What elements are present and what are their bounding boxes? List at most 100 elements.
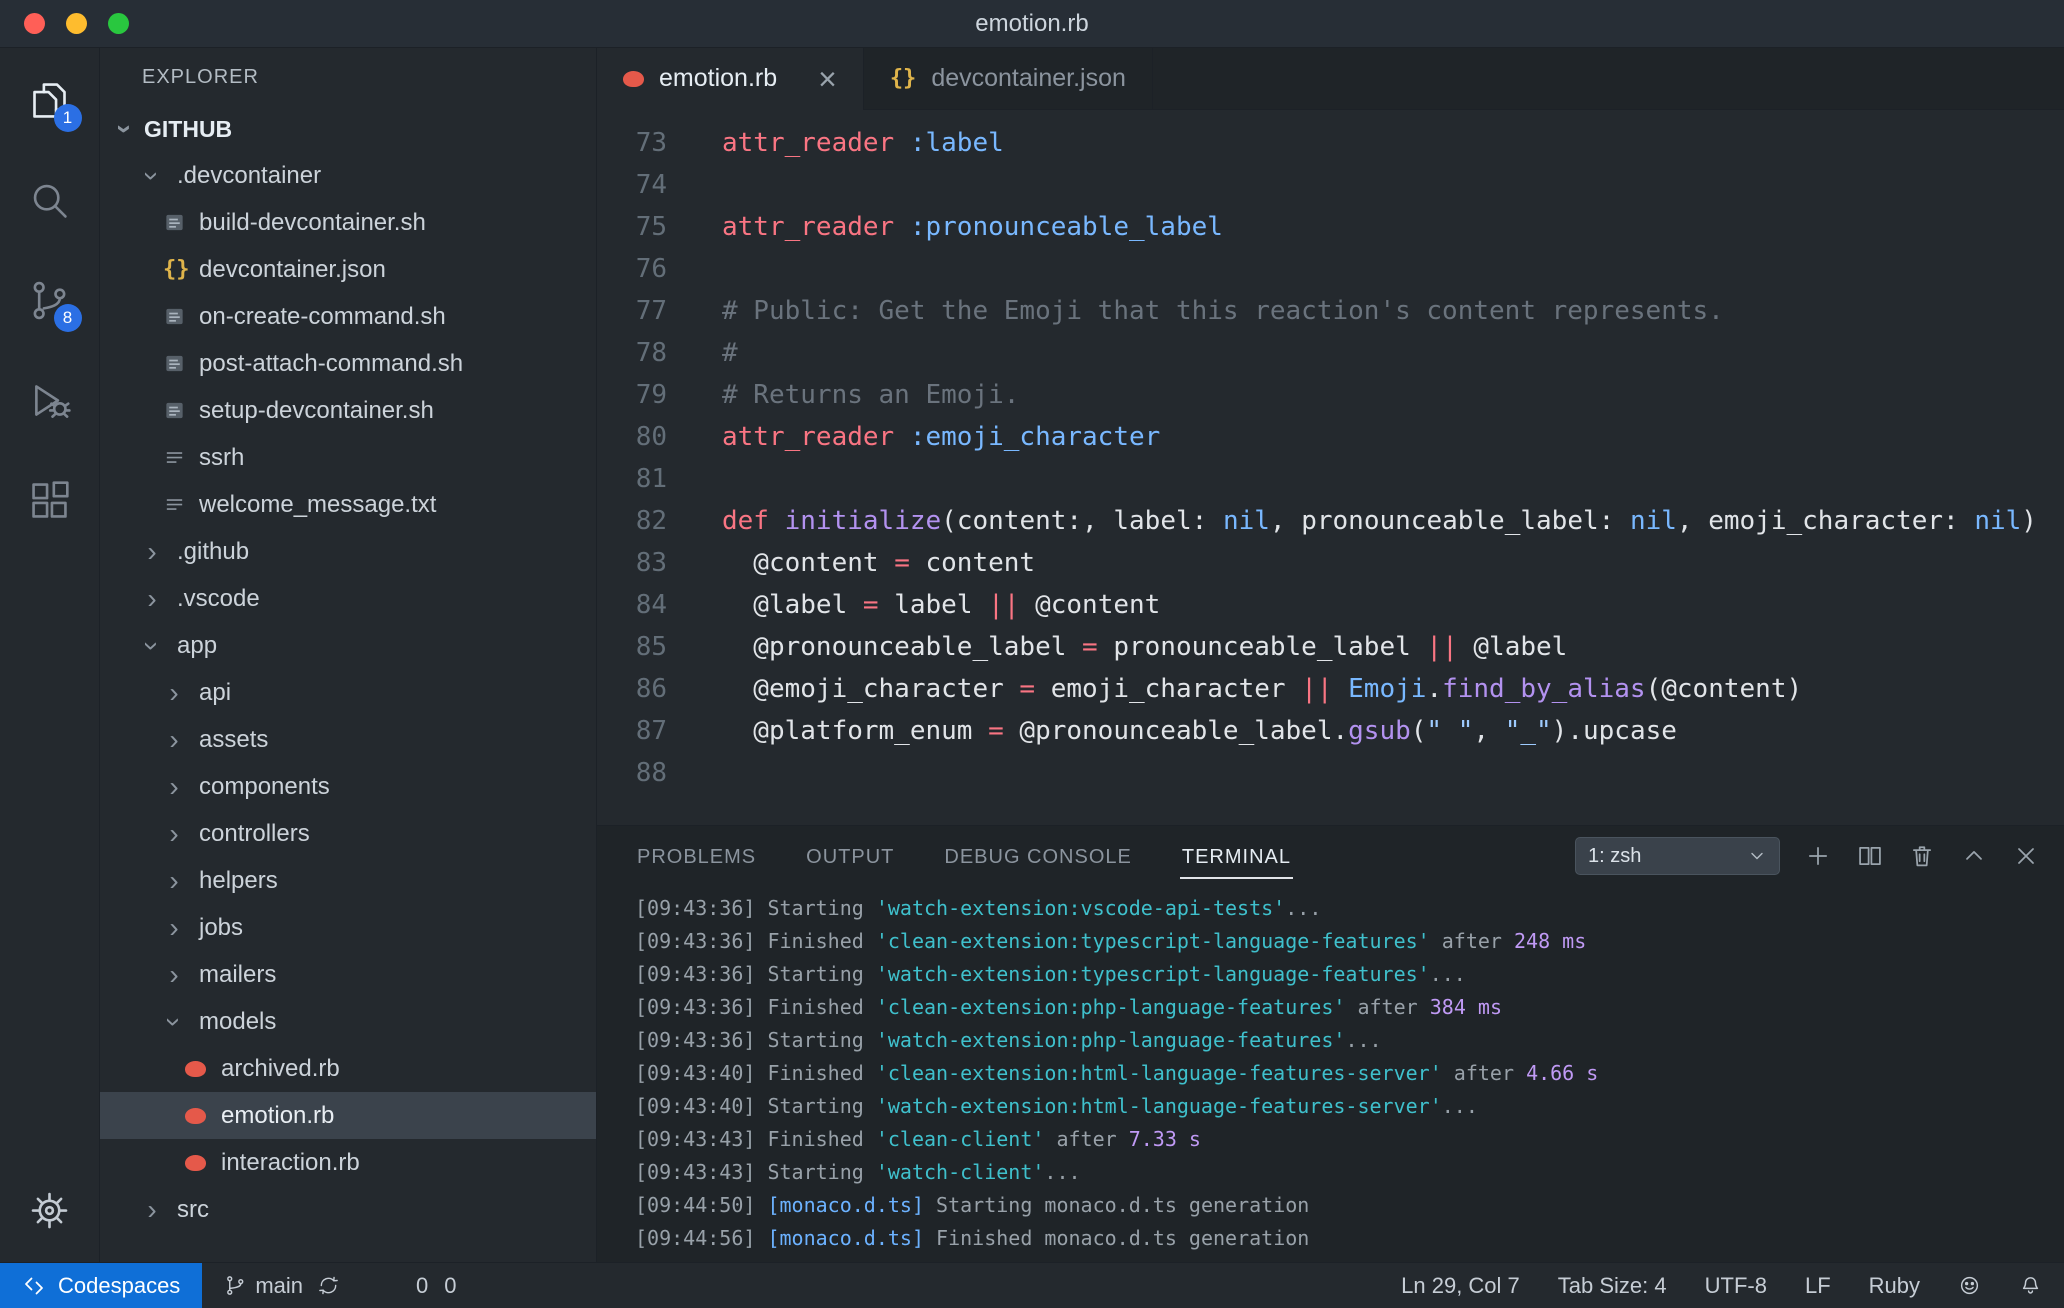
branch-indicator[interactable]: main [224,1273,303,1299]
maximize-panel-icon[interactable] [1960,842,1988,870]
tree-item-label: build-devcontainer.sh [199,208,426,236]
terminal-line: [09:44:50] [monaco.d.ts] Starting monaco… [635,1193,1310,1217]
tree-item-label: mailers [199,960,277,988]
tab-label: devcontainer.json [931,64,1126,92]
tree-item-icon-slot: › [163,960,197,990]
line-number: 73 [635,128,667,158]
minimize-window-button[interactable] [66,13,87,34]
close-tab-icon[interactable]: × [818,63,837,95]
eol-sequence[interactable]: LF [1805,1273,1831,1299]
tree-item-icon-slot: › [141,584,175,614]
terminal-shell-select[interactable]: 1: zsh [1575,837,1780,875]
cursor-position[interactable]: Ln 29, Col 7 [1401,1273,1520,1299]
tree-item-archived-rb[interactable]: archived.rb [100,1045,596,1092]
tab-problems[interactable]: PROBLEMS [635,834,758,879]
tree-item-label: interaction.rb [221,1148,360,1176]
chevron-right-icon: › [169,723,179,755]
warning-count: 0 [444,1272,457,1298]
tree-item-icon-slot [185,1154,219,1171]
notifications-bell-icon[interactable] [2019,1274,2042,1297]
indentation[interactable]: Tab Size: 4 [1558,1273,1667,1299]
tree-item-label: setup-devcontainer.sh [199,396,434,424]
explorer-icon[interactable]: 1 [26,76,82,132]
tree-item-emotion-rb[interactable]: emotion.rb [100,1092,596,1139]
code-line: 76 [597,248,2064,290]
line-number: 79 [635,380,667,410]
workspace-root-row[interactable]: › GITHUB [100,106,596,152]
tree-item-build-devcontainer-sh[interactable]: build-devcontainer.sh [100,199,596,246]
code-line-text: attr_reader :pronounceable_label [722,212,1223,242]
tab-output[interactable]: OUTPUT [804,834,896,879]
extensions-icon[interactable] [26,476,74,524]
tree-item-models[interactable]: › models [100,998,596,1045]
tree-item-mailers[interactable]: › mailers [100,951,596,998]
settings-gear-icon[interactable] [26,1186,74,1234]
code-line-text: attr_reader :emoji_character [722,422,1161,452]
tree-item-post-attach-command-sh[interactable]: post-attach-command.sh [100,340,596,387]
codespaces-button[interactable]: Codespaces [0,1263,203,1308]
code-line: 85 @pronounceable_label = pronounceable_… [597,626,2064,668]
line-number: 80 [635,422,667,452]
encoding[interactable]: UTF-8 [1705,1273,1767,1299]
tree-item-ssrh[interactable]: ssrh [100,434,596,481]
tab-emotion-rb[interactable]: emotion.rb × [597,48,864,110]
panel-header: PROBLEMS OUTPUT DEBUG CONSOLE TERMINAL 1… [597,826,2064,886]
close-panel-icon[interactable] [2012,842,2040,870]
tree-item-icon-slot: › [163,725,197,755]
tree-item--github[interactable]: › .github [100,528,596,575]
tree-item-setup-devcontainer-sh[interactable]: setup-devcontainer.sh [100,387,596,434]
tree-item-jobs[interactable]: › jobs [100,904,596,951]
tree-item-app[interactable]: › app [100,622,596,669]
search-icon[interactable] [26,176,74,224]
tree-item-label: models [199,1007,277,1035]
tree-item--devcontainer[interactable]: › .devcontainer [100,152,596,199]
line-number: 85 [635,632,667,662]
split-terminal-icon[interactable] [1856,842,1884,870]
kill-terminal-icon[interactable] [1908,842,1936,870]
tree-item-icon-slot: › [163,678,197,708]
shell-file-icon [166,214,183,231]
run-debug-icon[interactable] [26,376,74,424]
sync-changes-button[interactable] [317,1274,340,1297]
tree-item-on-create-command-sh[interactable]: on-create-command.sh [100,293,596,340]
tree-item-icon-slot: {} [163,258,197,281]
line-number: 84 [635,590,667,620]
tree-item-label: welcome_message.txt [199,490,437,518]
tree-item--vscode[interactable]: › .vscode [100,575,596,622]
code-editor[interactable]: 73 attr_reader :label 74 75 attr_reader :pro… [597,110,2064,825]
tree-item-helpers[interactable]: › helpers [100,857,596,904]
feedback-smiley-icon[interactable] [1958,1274,1981,1297]
close-window-button[interactable] [24,13,45,34]
code-line: 79 # Returns an Emoji. [597,374,2064,416]
ruby-file-icon [185,1107,206,1124]
zoom-window-button[interactable] [108,13,129,34]
tree-item-components[interactable]: › components [100,763,596,810]
tree-item-interaction-rb[interactable]: interaction.rb [100,1139,596,1186]
tab-terminal[interactable]: TERMINAL [1179,834,1293,879]
remote-indicator-icon [25,1277,43,1294]
new-terminal-icon[interactable] [1804,842,1832,870]
terminal-line: [09:43:36] Starting 'watch-extension:php… [635,1028,1382,1052]
tree-item-api[interactable]: › api [100,669,596,716]
tree-item-controllers[interactable]: › controllers [100,810,596,857]
code-line: 82 def initialize(content:, label: nil, p… [597,500,2064,542]
source-control-icon[interactable]: 8 [26,276,82,332]
branch-name: main [255,1272,303,1298]
tree-item-icon-slot: › [141,1195,175,1225]
terminal-output[interactable]: [09:43:36] Starting 'watch-extension:vsc… [597,886,2064,1262]
tree-item-welcome-message-txt[interactable]: welcome_message.txt [100,481,596,528]
editor-tabs: emotion.rb × {} devcontainer.json [597,48,2064,110]
language-mode[interactable]: Ruby [1869,1273,1920,1299]
code-line-text: @content = content [722,548,1036,578]
tree-item-src[interactable]: › src [100,1186,596,1233]
tab-debug-console[interactable]: DEBUG CONSOLE [942,834,1133,879]
tree-item-icon-slot [163,493,197,516]
terminal-line: [09:44:56] [monaco.d.ts] Finished monaco… [635,1226,1310,1250]
chevron-right-icon: › [169,817,179,849]
code-line: 77 # Public: Get the Emoji that this reac… [597,290,2064,332]
tree-item-devcontainer-json[interactable]: {} devcontainer.json [100,246,596,293]
tab-devcontainer-json[interactable]: {} devcontainer.json [864,48,1153,109]
tree-item-assets[interactable]: › assets [100,716,596,763]
problems-indicator[interactable]: 0 0 [410,1273,457,1299]
